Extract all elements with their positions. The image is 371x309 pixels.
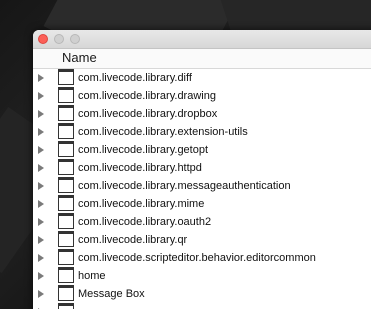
disclosure-triangle-icon[interactable]: [38, 200, 44, 208]
column-header[interactable]: Name: [33, 49, 371, 69]
list-item-label: com.livecode.library.extension-utils: [78, 126, 248, 138]
close-window-button[interactable]: [38, 34, 48, 44]
list-item-label: com.livecode.scripteditor.behavior.edito…: [78, 252, 316, 264]
list-item[interactable]: com.livecode.library.drawing: [33, 87, 371, 105]
list-item[interactable]: com.livecode.library.getopt: [33, 141, 371, 159]
minimize-window-button[interactable]: [54, 34, 64, 44]
list-item-label: com.livecode.library.qr: [78, 234, 188, 246]
list-item[interactable]: com.livecode.library.qr: [33, 231, 371, 249]
stack-icon: [58, 159, 74, 175]
list-item-label: com.livecode.library.drawing: [78, 90, 216, 102]
list-item[interactable]: com.livecode.scripteditor.behavior.edito…: [33, 249, 371, 267]
list-item[interactable]: [33, 303, 371, 309]
stack-icon: [58, 87, 74, 103]
title-bar[interactable]: [33, 30, 371, 49]
disclosure-triangle-icon[interactable]: [38, 74, 44, 82]
list-item[interactable]: com.livecode.library.messageauthenticati…: [33, 177, 371, 195]
list-item[interactable]: com.livecode.library.oauth2: [33, 213, 371, 231]
stack-icon: [58, 141, 74, 157]
list-item-label: com.livecode.library.messageauthenticati…: [78, 180, 291, 192]
desktop-background: Name com.livecode.library.diff com.liveco…: [0, 0, 371, 309]
stack-icon: [58, 105, 74, 121]
name-column-label: Name: [62, 50, 97, 65]
list-item[interactable]: com.livecode.library.diff: [33, 69, 371, 87]
list-item-label: com.livecode.library.diff: [78, 72, 192, 84]
list-item-label: com.livecode.library.oauth2: [78, 216, 212, 228]
stack-icon: [58, 231, 74, 247]
stack-icon: [58, 285, 74, 301]
list-item[interactable]: com.livecode.library.dropbox: [33, 105, 371, 123]
list-item[interactable]: com.livecode.library.httpd: [33, 159, 371, 177]
disclosure-triangle-icon[interactable]: [38, 182, 44, 190]
list-item-label: home: [78, 270, 106, 282]
disclosure-triangle-icon[interactable]: [38, 254, 44, 262]
list-item-label: com.livecode.library.getopt: [78, 144, 209, 156]
disclosure-triangle-icon[interactable]: [38, 110, 44, 118]
list-item[interactable]: home: [33, 267, 371, 285]
disclosure-triangle-icon[interactable]: [38, 146, 44, 154]
disclosure-triangle-icon[interactable]: [38, 218, 44, 226]
disclosure-triangle-icon[interactable]: [38, 290, 44, 298]
stack-icon: [58, 303, 74, 309]
disclosure-triangle-icon[interactable]: [38, 272, 44, 280]
list-item[interactable]: com.livecode.library.mime: [33, 195, 371, 213]
disclosure-triangle-icon[interactable]: [38, 164, 44, 172]
list-item-label: com.livecode.library.httpd: [78, 162, 202, 174]
list-item-label: com.livecode.library.mime: [78, 198, 205, 210]
stack-icon: [58, 249, 74, 265]
stack-icon: [58, 123, 74, 139]
zoom-window-button[interactable]: [70, 34, 80, 44]
disclosure-triangle-icon[interactable]: [38, 128, 44, 136]
list-item-label: Message Box: [78, 288, 145, 300]
stack-icon: [58, 195, 74, 211]
disclosure-triangle-icon[interactable]: [38, 236, 44, 244]
stack-icon: [58, 267, 74, 283]
list-item[interactable]: com.livecode.library.extension-utils: [33, 123, 371, 141]
disclosure-triangle-icon[interactable]: [38, 92, 44, 100]
stack-list: com.livecode.library.diff com.livecode.li…: [33, 69, 371, 309]
list-item-label: com.livecode.library.dropbox: [78, 108, 218, 120]
stack-icon: [58, 177, 74, 193]
stack-icon: [58, 69, 74, 85]
project-browser-window: Name com.livecode.library.diff com.liveco…: [33, 30, 371, 309]
list-item[interactable]: Message Box: [33, 285, 371, 303]
stack-icon: [58, 213, 74, 229]
